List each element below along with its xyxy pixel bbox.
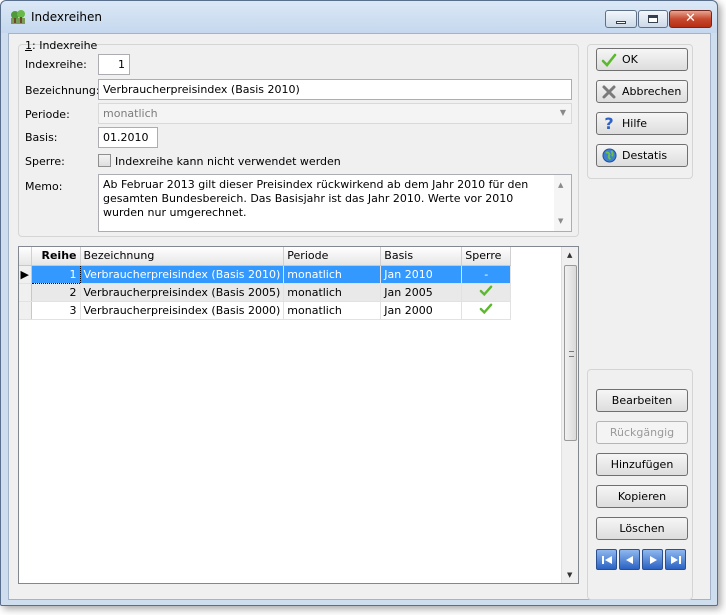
memo-scrollbar[interactable]: ▲ ▼ — [554, 175, 571, 231]
bezeichnung-field[interactable]: Verbraucherpreisindex (Basis 2010) — [98, 79, 572, 100]
ok-label: OK — [622, 53, 638, 66]
minimize-button[interactable] — [605, 10, 637, 28]
help-icon: ? — [604, 114, 614, 133]
hilfe-button[interactable]: ? Hilfe — [596, 112, 688, 135]
check-icon — [479, 285, 493, 296]
scroll-down-icon: ▼ — [567, 571, 573, 579]
cell-basis[interactable]: Jan 2005 — [380, 283, 463, 302]
sperre-checkbox[interactable] — [98, 154, 111, 167]
grid-scrollbar[interactable]: ▲ ▼ — [561, 247, 578, 583]
column-header-bezeichnung[interactable]: Bezeichnung — [80, 247, 285, 266]
table-row[interactable]: 2 Verbraucherpreisindex (Basis 2005) mon… — [19, 283, 512, 302]
last-record-button[interactable] — [665, 549, 686, 570]
row-indicator-header — [19, 247, 32, 266]
cell-periode[interactable]: monatlich — [283, 283, 382, 302]
index-table: Reihe Bezeichnung Periode Basis Sperre ▶… — [19, 247, 512, 320]
cell-periode[interactable]: monatlich — [283, 301, 382, 320]
cell-periode[interactable]: monatlich — [283, 265, 382, 284]
sperre-checkbox-label: Indexreihe kann nicht verwendet werden — [115, 155, 341, 168]
basis-label: Basis: — [25, 131, 58, 144]
sperre-label: Sperre: — [25, 155, 65, 168]
periode-value: monatlich — [103, 107, 158, 120]
rueckgaengig-button[interactable]: Rückgängig — [596, 421, 688, 444]
check-icon — [601, 52, 617, 68]
maximize-button[interactable] — [638, 10, 668, 28]
current-row-indicator-icon: ▶ — [19, 265, 32, 284]
first-record-icon — [601, 555, 612, 564]
index-grid[interactable]: Reihe Bezeichnung Periode Basis Sperre ▶… — [18, 246, 579, 584]
cell-basis[interactable]: Jan 2000 — [380, 301, 463, 320]
chevron-down-icon: ▼ — [559, 108, 566, 117]
last-record-icon — [670, 555, 681, 564]
cell-reihe[interactable]: 1 — [30, 264, 81, 284]
close-button[interactable]: ✕ — [669, 10, 712, 28]
previous-record-button[interactable] — [619, 549, 640, 570]
scrollbar-thumb[interactable] — [564, 265, 577, 441]
bezeichnung-label: Bezeichnung: — [25, 84, 100, 97]
memo-text: Ab Februar 2013 gilt dieser Preisindex r… — [103, 178, 529, 219]
grip-icon — [569, 351, 574, 357]
first-record-button[interactable] — [596, 549, 617, 570]
loeschen-button[interactable]: Löschen — [596, 517, 688, 540]
basis-field[interactable]: 01.2010 — [98, 127, 158, 148]
table-row[interactable]: ▶ 1 Verbraucherpreisindex (Basis 2010) m… — [19, 264, 512, 284]
kopieren-button[interactable]: Kopieren — [596, 485, 688, 508]
scroll-down-icon: ▼ — [558, 217, 564, 225]
table-header-row: Reihe Bezeichnung Periode Basis Sperre — [19, 247, 512, 266]
indexreihe-field[interactable]: 1 — [98, 54, 130, 75]
check-icon — [479, 303, 493, 314]
hilfe-label: Hilfe — [622, 117, 648, 130]
cell-reihe[interactable]: 2 — [31, 283, 81, 302]
tree-app-icon — [11, 10, 25, 24]
indexreihe-label: Indexreihe: — [25, 58, 87, 71]
column-header-periode[interactable]: Periode — [283, 247, 382, 266]
row-indicator — [19, 283, 32, 302]
scroll-up-icon: ▲ — [567, 251, 573, 259]
periode-label: Periode: — [25, 108, 70, 121]
record-navigator — [596, 549, 686, 570]
cancel-x-icon — [601, 84, 617, 100]
abbrechen-label: Abbrechen — [622, 85, 682, 98]
memo-label: Memo: — [25, 180, 63, 193]
destatis-label: Destatis — [622, 149, 668, 162]
cell-sperre[interactable] — [461, 283, 512, 302]
section-title-text: : Indexreihe — [32, 39, 98, 52]
scroll-up-icon: ▲ — [558, 181, 564, 189]
globe-icon — [601, 148, 617, 164]
cell-bezeichnung[interactable]: Verbraucherpreisindex (Basis 2005) — [80, 283, 285, 302]
section-hotkey: 1 — [25, 39, 32, 52]
row-indicator — [19, 301, 32, 320]
minimize-icon — [616, 20, 626, 24]
cell-reihe[interactable]: 3 — [31, 301, 81, 320]
cell-bezeichnung[interactable]: Verbraucherpreisindex (Basis 2010) — [80, 265, 285, 284]
cell-sperre[interactable]: - — [461, 265, 512, 284]
section-title: 1: Indexreihe — [25, 39, 97, 52]
column-header-reihe[interactable]: Reihe — [31, 247, 81, 266]
next-record-button[interactable] — [642, 549, 663, 570]
next-record-icon — [649, 555, 657, 564]
indexreihen-window: Indexreihen ✕ 1: Indexreihe Indexreihe: … — [0, 0, 718, 606]
table-row[interactable]: 3 Verbraucherpreisindex (Basis 2000) mon… — [19, 301, 512, 320]
abbrechen-button[interactable]: Abbrechen — [596, 80, 688, 103]
previous-record-icon — [625, 555, 633, 564]
bearbeiten-button[interactable]: Bearbeiten — [596, 389, 688, 412]
maximize-icon — [648, 15, 658, 23]
memo-textarea[interactable]: Ab Februar 2013 gilt dieser Preisindex r… — [98, 174, 572, 232]
ok-button[interactable]: OK — [596, 48, 688, 71]
column-header-basis[interactable]: Basis — [380, 247, 463, 266]
cell-basis[interactable]: Jan 2010 — [380, 265, 463, 284]
hinzufuegen-button[interactable]: Hinzufügen — [596, 453, 688, 476]
close-icon: ✕ — [685, 11, 696, 26]
title-bar[interactable]: Indexreihen ✕ — [1, 1, 717, 33]
destatis-button[interactable]: Destatis — [596, 144, 688, 167]
window-title: Indexreihen — [31, 10, 103, 24]
cell-sperre[interactable] — [461, 301, 512, 320]
dialog-client-area: 1: Indexreihe Indexreihe: 1 Bezeichnung:… — [8, 33, 711, 600]
cell-bezeichnung[interactable]: Verbraucherpreisindex (Basis 2000) — [80, 301, 285, 320]
column-header-sperre[interactable]: Sperre — [461, 247, 512, 266]
periode-dropdown[interactable]: monatlich ▼ — [98, 103, 572, 124]
